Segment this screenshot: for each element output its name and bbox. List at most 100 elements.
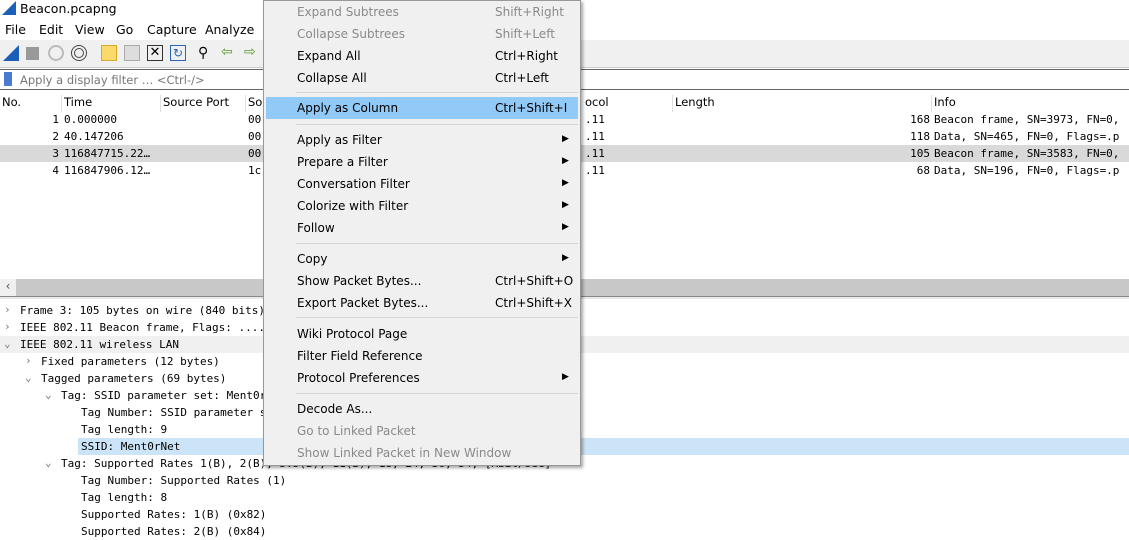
menu-go[interactable]: Go bbox=[116, 22, 133, 37]
menu-capture[interactable]: Capture bbox=[147, 22, 197, 37]
submenu-arrow-icon: ▶ bbox=[562, 134, 569, 144]
column-info[interactable]: Info bbox=[931, 95, 956, 112]
open-file-icon[interactable] bbox=[101, 45, 117, 61]
menu-item-shortcut: Shift+Left bbox=[495, 27, 555, 41]
close-file-icon[interactable]: ✕ bbox=[147, 45, 163, 61]
save-file-icon[interactable] bbox=[124, 45, 140, 61]
display-filter-input[interactable]: Apply a display filter … <Ctrl-/> bbox=[20, 73, 205, 87]
menu-item-prepare-a-filter[interactable]: Prepare a Filter ▶ bbox=[266, 151, 578, 173]
packet-length: 105 bbox=[910, 147, 930, 160]
menu-item-export-packet-bytes[interactable]: Export Packet Bytes... Ctrl+Shift+X bbox=[266, 292, 578, 314]
scroll-left-icon[interactable]: ‹ bbox=[0, 279, 16, 296]
packet-time: 0.000000 bbox=[64, 113, 117, 126]
menu-item-colorize-with-filter[interactable]: Colorize with Filter ▶ bbox=[266, 195, 578, 217]
menu-item-go-to-linked-packet[interactable]: Go to Linked Packet bbox=[266, 420, 578, 442]
start-capture-icon[interactable] bbox=[3, 45, 19, 61]
menu-item-collapse-subtrees[interactable]: Collapse Subtrees Shift+Left bbox=[266, 23, 578, 45]
menu-item-label: Go to Linked Packet bbox=[297, 424, 416, 438]
detail-row[interactable]: Tag Number: Supported Rates (1) bbox=[0, 472, 1129, 489]
packet-protocol: .11 bbox=[585, 164, 605, 177]
menu-item-label: Conversation Filter bbox=[297, 177, 410, 191]
packet-protocol: .11 bbox=[585, 130, 605, 143]
collapse-arrow-icon[interactable]: ⌄ bbox=[45, 388, 52, 401]
menu-item-decode-as[interactable]: Decode As... bbox=[266, 398, 578, 420]
menu-item-show-linked-packet-in-new-window[interactable]: Show Linked Packet in New Window bbox=[266, 442, 578, 464]
menu-item-label: Protocol Preferences bbox=[297, 371, 420, 385]
column-protocol[interactable]: ocol bbox=[583, 95, 609, 112]
restart-capture-icon[interactable] bbox=[48, 45, 64, 61]
menu-item-conversation-filter[interactable]: Conversation Filter ▶ bbox=[266, 173, 578, 195]
detail-text: Fixed parameters (12 bytes) bbox=[41, 355, 220, 368]
collapse-arrow-icon[interactable]: ⌄ bbox=[25, 371, 32, 384]
menu-item-filter-field-reference[interactable]: Filter Field Reference bbox=[266, 345, 578, 367]
submenu-arrow-icon: ▶ bbox=[562, 222, 569, 232]
menu-file[interactable]: File bbox=[5, 22, 26, 37]
reload-file-icon[interactable]: ↻ bbox=[170, 45, 186, 61]
stop-capture-icon[interactable] bbox=[26, 47, 39, 60]
collapse-arrow-icon[interactable]: ⌄ bbox=[45, 456, 52, 469]
menu-item-apply-as-column[interactable]: Apply as Column Ctrl+Shift+I bbox=[266, 97, 578, 119]
menu-separator bbox=[296, 393, 578, 394]
collapse-arrow-icon[interactable]: ⌄ bbox=[4, 337, 11, 350]
packet-info: Data, SN=465, FN=0, Flags=.p bbox=[934, 130, 1120, 143]
expand-arrow-icon[interactable]: › bbox=[4, 320, 11, 333]
detail-row[interactable]: Supported Rates: 2(B) (0x84) bbox=[0, 523, 1129, 540]
menu-separator bbox=[296, 92, 578, 93]
detail-text: IEEE 802.11 Beacon frame, Flags: .......… bbox=[20, 321, 292, 334]
menu-item-shortcut: Shift+Right bbox=[495, 5, 564, 19]
column-source[interactable]: So bbox=[245, 95, 262, 112]
bookmark-icon[interactable] bbox=[4, 72, 12, 86]
packet-time: 116847906.12… bbox=[64, 164, 151, 177]
packet-info: Beacon frame, SN=3583, FN=0, bbox=[934, 147, 1120, 160]
menu-item-wiki-protocol-page[interactable]: Wiki Protocol Page bbox=[266, 323, 578, 345]
packet-info: Data, SN=196, FN=0, Flags=.p bbox=[934, 164, 1120, 177]
menu-item-expand-all[interactable]: Expand All Ctrl+Right bbox=[266, 45, 578, 67]
find-packet-icon[interactable]: ⚲ bbox=[198, 45, 214, 61]
submenu-arrow-icon: ▶ bbox=[562, 200, 569, 210]
menu-separator bbox=[296, 124, 578, 125]
go-forward-icon[interactable]: ⇨ bbox=[244, 45, 260, 61]
menu-item-label: Decode As... bbox=[297, 402, 373, 416]
submenu-arrow-icon: ▶ bbox=[562, 156, 569, 166]
packet-info: Beacon frame, SN=3973, FN=0, bbox=[934, 113, 1120, 126]
menu-separator bbox=[296, 243, 578, 244]
menu-item-shortcut: Ctrl+Left bbox=[495, 71, 549, 85]
packet-no: 4 bbox=[52, 164, 59, 177]
detail-text: SSID: Ment0rNet bbox=[78, 438, 1129, 455]
submenu-arrow-icon: ▶ bbox=[562, 372, 569, 382]
menu-item-protocol-preferences[interactable]: Protocol Preferences ▶ bbox=[266, 367, 578, 389]
column-source-port[interactable]: Source Port bbox=[160, 95, 229, 112]
capture-options-icon[interactable] bbox=[71, 45, 87, 61]
column-length[interactable]: Length bbox=[672, 95, 715, 112]
wireshark-logo-icon bbox=[2, 1, 16, 15]
menu-item-label: Prepare a Filter bbox=[297, 155, 388, 169]
packet-protocol: .11 bbox=[585, 113, 605, 126]
menu-item-expand-subtrees[interactable]: Expand Subtrees Shift+Right bbox=[266, 1, 578, 23]
column-time[interactable]: Time bbox=[61, 95, 92, 112]
detail-text: Tag: SSID parameter set: Ment0rNet bbox=[61, 389, 287, 402]
menu-item-label: Wiki Protocol Page bbox=[297, 327, 408, 341]
menu-item-follow[interactable]: Follow ▶ bbox=[266, 217, 578, 239]
packet-length: 168 bbox=[910, 113, 930, 126]
menu-item-label: Collapse Subtrees bbox=[297, 27, 406, 41]
detail-row[interactable]: Supported Rates: 1(B) (0x82) bbox=[0, 506, 1129, 523]
expand-arrow-icon[interactable]: › bbox=[25, 354, 32, 367]
menu-item-label: Show Packet Bytes... bbox=[297, 274, 422, 288]
menu-item-copy[interactable]: Copy ▶ bbox=[266, 248, 578, 270]
go-back-icon[interactable]: ⇦ bbox=[221, 45, 237, 61]
menu-item-apply-as-filter[interactable]: Apply as Filter ▶ bbox=[266, 129, 578, 151]
menu-item-show-packet-bytes[interactable]: Show Packet Bytes... Ctrl+Shift+O bbox=[266, 270, 578, 292]
menu-edit[interactable]: Edit bbox=[39, 22, 63, 37]
expand-arrow-icon[interactable]: › bbox=[4, 303, 11, 316]
detail-text: Supported Rates: 1(B) (0x82) bbox=[81, 508, 267, 521]
packet-no: 1 bbox=[52, 113, 59, 126]
packet-source: 1c bbox=[248, 164, 262, 177]
menu-analyze[interactable]: Analyze bbox=[205, 22, 254, 37]
column-no[interactable]: No. bbox=[0, 95, 21, 112]
detail-row[interactable]: Tag length: 8 bbox=[0, 489, 1129, 506]
menu-item-label: Filter Field Reference bbox=[297, 349, 423, 363]
detail-text: Tagged parameters (69 bytes) bbox=[41, 372, 227, 385]
menu-item-label: Apply as Filter bbox=[297, 133, 382, 147]
menu-item-collapse-all[interactable]: Collapse All Ctrl+Left bbox=[266, 67, 578, 89]
menu-view[interactable]: View bbox=[75, 22, 105, 37]
